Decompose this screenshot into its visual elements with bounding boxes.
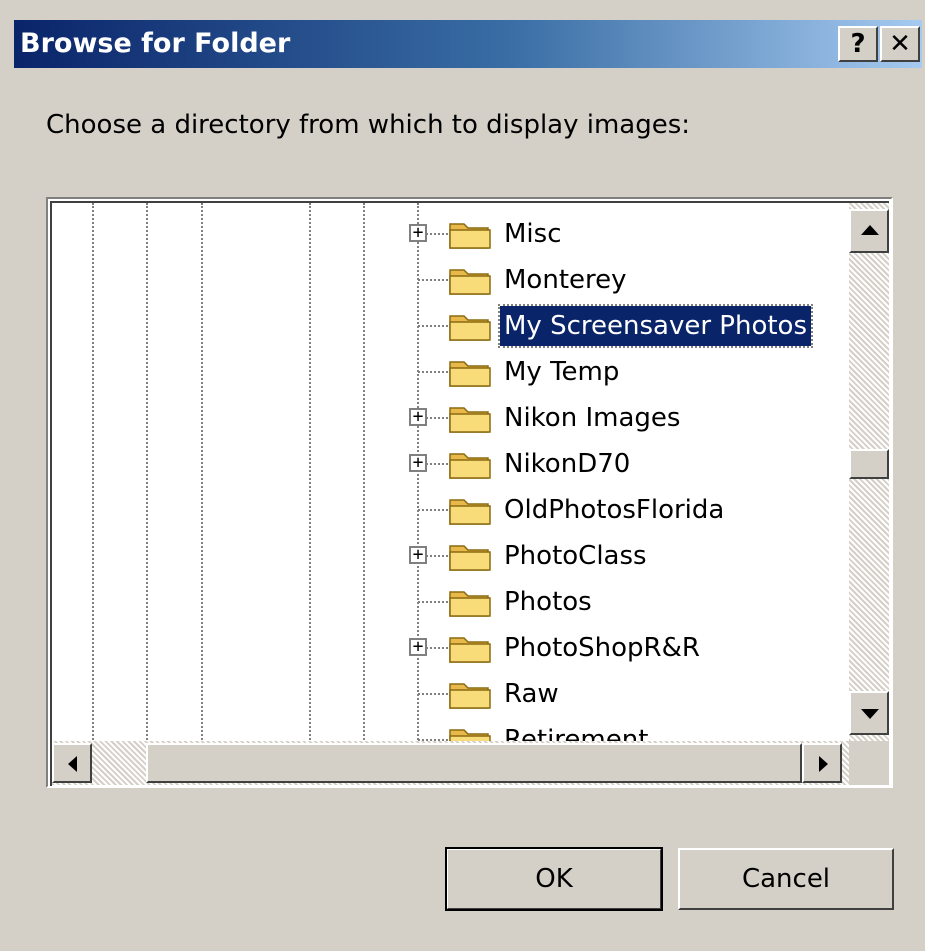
help-icon: ?: [850, 29, 866, 59]
tree-item[interactable]: + PhotoClass: [52, 535, 842, 579]
tree-item-label: OldPhotosFlorida: [504, 495, 725, 525]
tree-connector: [418, 279, 448, 281]
tree-item[interactable]: Raw: [52, 673, 842, 717]
folder-icon: [448, 402, 492, 434]
tree-item[interactable]: My Screensaver Photos: [52, 304, 842, 349]
folder-tree-viewport: + Misc Monterey My Screensaver Photos My Tem…: [50, 201, 889, 786]
horizontal-scrollbar[interactable]: [52, 741, 849, 785]
scroll-up-button[interactable]: [849, 209, 889, 253]
prompt-text: Choose a directory from which to display…: [46, 110, 691, 140]
folder-icon: [448, 678, 492, 710]
expand-icon[interactable]: +: [409, 638, 427, 656]
tree-item-label: PhotoShopR&R: [504, 633, 700, 663]
tree-item-label: Raw: [504, 679, 559, 709]
title-bar[interactable]: Browse for Folder ? ✕: [14, 20, 922, 68]
tree-item-label: Monterey: [504, 265, 627, 295]
arrow-left-icon: [68, 756, 77, 772]
folder-tree[interactable]: + Misc Monterey My Screensaver Photos My Tem…: [46, 197, 893, 788]
close-button[interactable]: ✕: [880, 26, 920, 62]
folder-icon: [448, 310, 492, 342]
folder-icon: [448, 218, 492, 250]
browse-for-folder-dialog: Browse for Folder ? ✕ Choose a directory…: [0, 0, 925, 951]
tree-item[interactable]: OldPhotosFlorida: [52, 489, 842, 533]
tree-item-label: My Temp: [504, 357, 620, 387]
arrow-right-icon: [819, 756, 828, 772]
vertical-scrollbar[interactable]: [849, 203, 889, 741]
folder-icon: [448, 586, 492, 618]
tree-item[interactable]: My Temp: [52, 351, 842, 395]
folder-icon: [448, 632, 492, 664]
tree-item-label: Misc: [504, 219, 562, 249]
tree-item[interactable]: + PhotoShopR&R: [52, 627, 842, 671]
folder-icon: [448, 448, 492, 480]
expand-icon[interactable]: +: [409, 408, 427, 426]
tree-item[interactable]: + Nikon Images: [52, 397, 842, 441]
folder-icon: [448, 494, 492, 526]
folder-icon: [448, 356, 492, 388]
folder-icon: [448, 540, 492, 572]
ok-button[interactable]: OK: [445, 847, 663, 911]
tree-item-label: My Screensaver Photos: [498, 304, 813, 348]
tree-connector: [418, 371, 448, 373]
tree-item-label: PhotoClass: [504, 541, 647, 571]
help-button[interactable]: ?: [838, 26, 878, 62]
scroll-left-button[interactable]: [52, 743, 92, 783]
expand-icon[interactable]: +: [409, 454, 427, 472]
cancel-button[interactable]: Cancel: [678, 848, 894, 910]
tree-connector: [418, 693, 448, 695]
folder-icon: [448, 264, 492, 296]
expand-icon[interactable]: +: [409, 546, 427, 564]
scroll-thumb[interactable]: [849, 449, 889, 479]
tree-item-label: Photos: [504, 587, 592, 617]
window-title: Browse for Folder: [20, 28, 291, 59]
tree-item[interactable]: + NikonD70: [52, 443, 842, 487]
expand-icon[interactable]: +: [409, 224, 427, 242]
arrow-up-icon: [861, 225, 879, 235]
tree-connector: [418, 509, 448, 511]
tree-item-label: NikonD70: [504, 449, 631, 479]
tree-item[interactable]: Photos: [52, 581, 842, 625]
scrollbar-corner: [849, 741, 889, 785]
arrow-down-icon: [861, 709, 879, 719]
scroll-thumb-horizontal[interactable]: [146, 743, 802, 783]
close-icon: ✕: [889, 29, 911, 59]
tree-item[interactable]: Monterey: [52, 259, 842, 303]
scroll-right-button[interactable]: [802, 743, 842, 783]
tree-item-label: Nikon Images: [504, 403, 681, 433]
tree-connector: [418, 325, 448, 327]
tree-connector: [418, 601, 448, 603]
scroll-down-button[interactable]: [849, 691, 889, 735]
tree-item[interactable]: + Misc: [52, 213, 842, 257]
